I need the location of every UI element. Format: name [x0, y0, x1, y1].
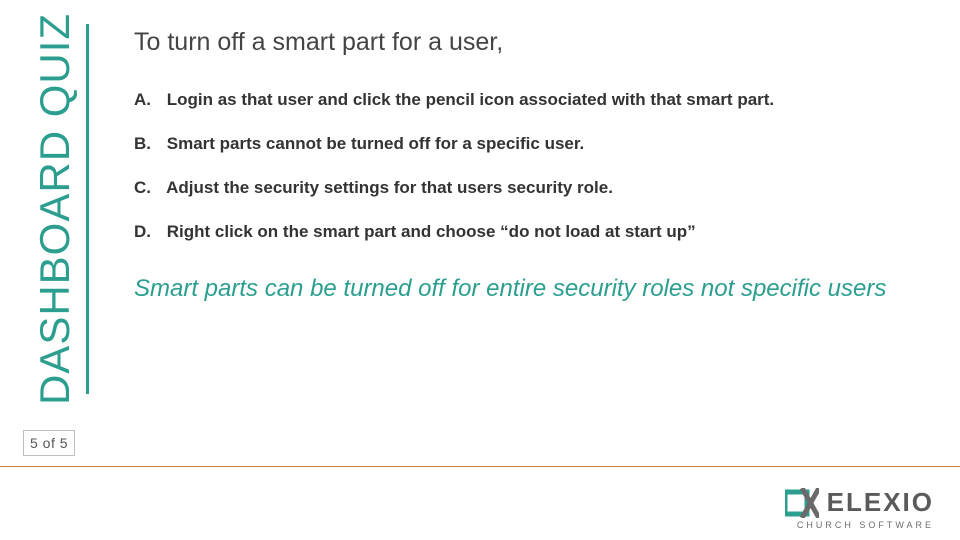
option-text: Right click on the smart part and choose…: [167, 222, 696, 241]
option-a: A. Login as that user and click the penc…: [134, 89, 920, 111]
sidebar-title: DASHBOARD QUIZ: [31, 13, 79, 405]
option-b: B. Smart parts cannot be turned off for …: [134, 133, 920, 155]
page-indicator: 5 of 5: [23, 430, 75, 456]
brand-logo: ELEXIO CHURCH SOFTWARE: [785, 487, 934, 530]
brand-mark-icon: [785, 488, 819, 518]
option-d: D. Right click on the smart part and cho…: [134, 221, 920, 243]
option-letter: D.: [134, 221, 162, 243]
sidebar-title-box: DASHBOARD QUIZ: [24, 24, 89, 394]
option-text: Smart parts cannot be turned off for a s…: [167, 134, 585, 153]
option-letter: A.: [134, 89, 162, 111]
brand-tagline: CHURCH SOFTWARE: [785, 520, 934, 530]
option-c: C. Adjust the security settings for that…: [134, 177, 920, 199]
option-text: Login as that user and click the pencil …: [167, 90, 774, 109]
quiz-content: To turn off a smart part for a user, A. …: [134, 26, 920, 304]
page-indicator-text: 5 of 5: [30, 435, 68, 451]
footer-divider: [0, 466, 960, 467]
option-text: Adjust the security settings for that us…: [166, 178, 613, 197]
quiz-options: A. Login as that user and click the penc…: [134, 89, 920, 243]
option-letter: C.: [134, 177, 162, 199]
brand-wordmark: ELEXIO: [827, 487, 934, 518]
answer-explanation: Smart parts can be turned off for entire…: [134, 273, 914, 304]
quiz-question: To turn off a smart part for a user,: [134, 26, 920, 59]
option-letter: B.: [134, 133, 162, 155]
brand-logo-row: ELEXIO: [785, 487, 934, 518]
